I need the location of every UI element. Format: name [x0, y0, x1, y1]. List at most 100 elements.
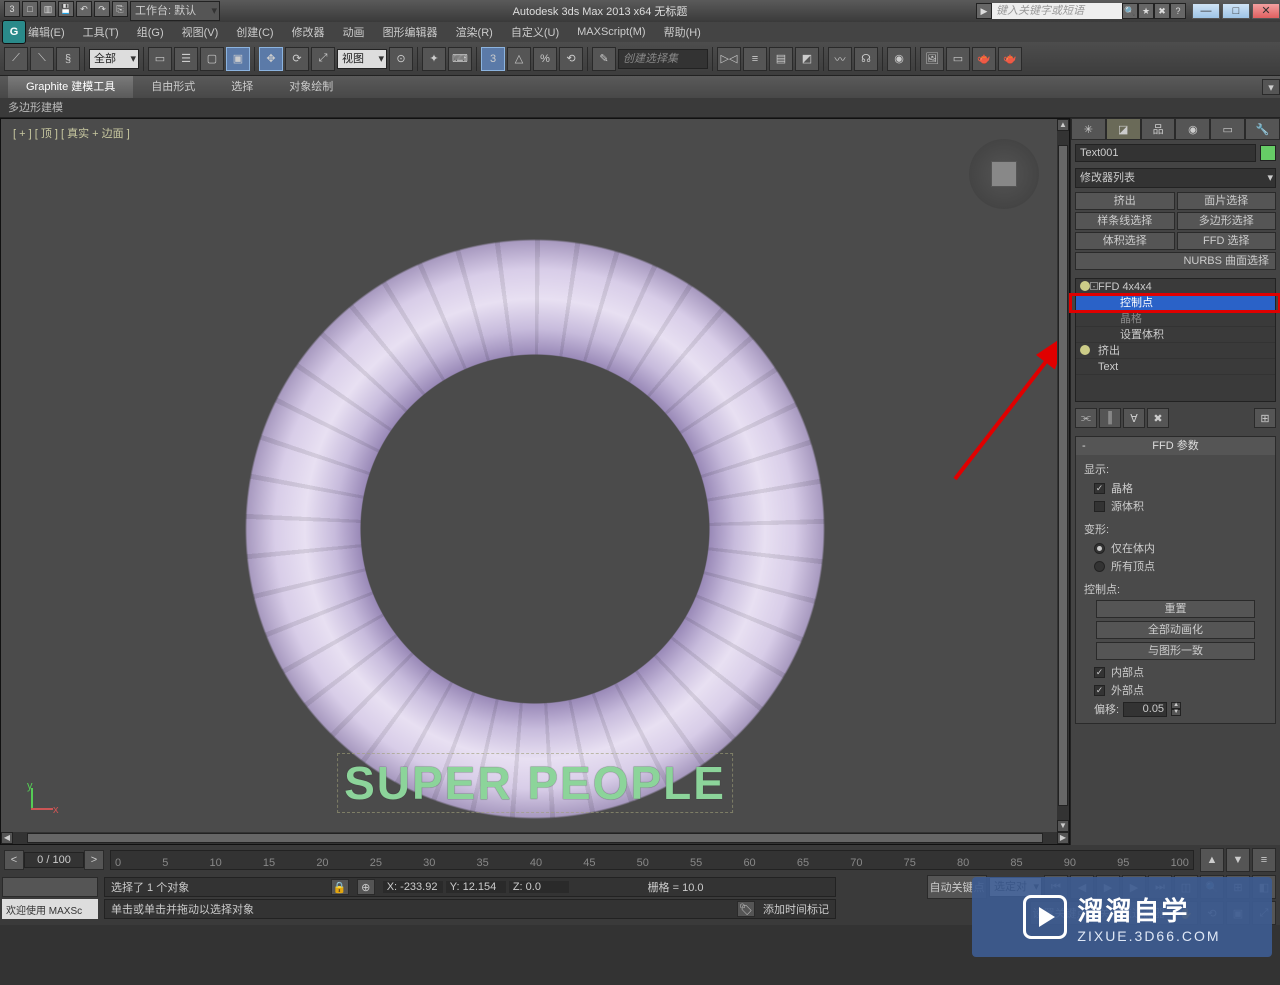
- remove-modifier-icon[interactable]: ✖: [1147, 408, 1169, 428]
- timeconfig2-icon[interactable]: >: [84, 850, 104, 870]
- spinner-snap-icon[interactable]: ⟲: [559, 47, 583, 71]
- key-filters-button[interactable]: 关键点过滤器: [1092, 901, 1172, 925]
- menu-help[interactable]: 帮助(H): [664, 24, 701, 40]
- nav-zoom-icon[interactable]: ⤢: [1252, 901, 1276, 925]
- bind-spacewarp-icon[interactable]: §: [56, 47, 80, 71]
- modset-patchsel[interactable]: 面片选择: [1177, 192, 1277, 210]
- panel-modify-icon[interactable]: ◪: [1106, 118, 1141, 140]
- modset-polysel[interactable]: 多边形选择: [1177, 212, 1277, 230]
- ribbon-tab-objectpaint[interactable]: 对象绘制: [271, 76, 351, 98]
- panel-create-icon[interactable]: ✳: [1071, 118, 1106, 140]
- button-reset[interactable]: 重置: [1096, 600, 1255, 618]
- menu-customize[interactable]: 自定义(U): [511, 24, 559, 40]
- nav-pan-icon[interactable]: ✋: [1174, 901, 1198, 925]
- infocenter-icon[interactable]: ▶: [976, 3, 992, 19]
- spinner-offset[interactable]: 偏移: ▲▼: [1084, 699, 1267, 719]
- next-frame-icon[interactable]: ▶: [1122, 875, 1146, 899]
- menu-rendering[interactable]: 渲染(R): [456, 24, 493, 40]
- nav-max-icon[interactable]: ▣: [1226, 901, 1250, 925]
- checkbox-inside-points[interactable]: ✓内部点: [1084, 663, 1267, 681]
- object-color-swatch[interactable]: [1260, 145, 1276, 161]
- checkbox-lattice[interactable]: ✓晶格: [1084, 479, 1267, 497]
- move-tool-icon[interactable]: ✥: [259, 47, 283, 71]
- app-logo-icon[interactable]: G: [2, 20, 26, 44]
- stack-ffd-setvolume[interactable]: 设置体积: [1076, 327, 1275, 343]
- graphite-toggle-icon[interactable]: ◩: [795, 47, 819, 71]
- menu-grapheditors[interactable]: 图形编辑器: [383, 24, 438, 40]
- prev-frame-icon[interactable]: ◀: [1070, 875, 1094, 899]
- welcome-button[interactable]: 欢迎使用 MAXSc: [2, 899, 98, 919]
- menu-modifiers[interactable]: 修改器: [292, 24, 325, 40]
- rect-region-icon[interactable]: ▢: [200, 47, 224, 71]
- coord-x[interactable]: X: -233.92: [383, 881, 443, 893]
- modset-volsel[interactable]: 体积选择: [1075, 232, 1175, 250]
- rollout-header[interactable]: FFD 参数: [1076, 437, 1275, 455]
- viewport-label[interactable]: [ + ] [ 顶 ] [ 真实 + 边面 ]: [13, 125, 130, 141]
- menu-views[interactable]: 视图(V): [182, 24, 219, 40]
- panel-display-icon[interactable]: ▭: [1210, 118, 1245, 140]
- menu-create[interactable]: 创建(C): [236, 24, 273, 40]
- scene-text-object[interactable]: SUPER PEOPLE: [337, 753, 733, 813]
- redo-icon[interactable]: ↷: [94, 1, 110, 17]
- render-production-icon[interactable]: 🫖: [972, 47, 996, 71]
- link-tool-icon[interactable]: ⟋: [4, 47, 28, 71]
- unlink-tool-icon[interactable]: ⟍: [30, 47, 54, 71]
- key-target-dropdown[interactable]: 选定对: [989, 877, 1042, 897]
- ribbon-min-icon[interactable]: ▾: [1262, 79, 1280, 95]
- radio-only-in-volume[interactable]: 仅在体内: [1084, 539, 1267, 557]
- checkbox-source-volume[interactable]: 源体积: [1084, 497, 1267, 515]
- new-icon[interactable]: □: [22, 1, 38, 17]
- edit-named-sel-icon[interactable]: ✎: [592, 47, 616, 71]
- timeconfig-icon[interactable]: <: [4, 850, 24, 870]
- zoom-icon[interactable]: 🔍: [1200, 875, 1224, 899]
- cmdpanel-scroll-up-icon[interactable]: ▲: [1200, 848, 1224, 872]
- link-icon[interactable]: ⎘: [112, 1, 128, 17]
- cmdpanel-collapse-icon[interactable]: ≡: [1252, 848, 1276, 872]
- play-icon[interactable]: ▶: [1096, 875, 1120, 899]
- pin-stack-icon[interactable]: ⫘: [1075, 408, 1097, 428]
- help-icon[interactable]: ?: [1170, 3, 1186, 19]
- zoom-all-icon[interactable]: ⊞: [1226, 875, 1250, 899]
- viewcube[interactable]: [969, 139, 1039, 209]
- schematic-view-icon[interactable]: ☊: [854, 47, 878, 71]
- window-crossing-icon[interactable]: ▣: [226, 47, 250, 71]
- viewcube-face-icon[interactable]: [991, 161, 1017, 187]
- scale-tool-icon[interactable]: ⤢: [311, 47, 335, 71]
- stack-ffd-controlpoints[interactable]: 控制点: [1076, 295, 1275, 311]
- mirror-icon[interactable]: ▷◁: [717, 47, 741, 71]
- use-pivot-center-icon[interactable]: ⊙: [389, 47, 413, 71]
- maxscript-mini-listener[interactable]: [2, 877, 98, 897]
- autokey-button[interactable]: 自动关键点: [927, 875, 987, 899]
- stack-extrude[interactable]: 挤出: [1076, 343, 1275, 359]
- menu-maxscript[interactable]: MAXScript(M): [577, 26, 645, 38]
- modset-splinesel[interactable]: 样条线选择: [1075, 212, 1175, 230]
- modset-nurbs[interactable]: NURBS 曲面选择: [1075, 252, 1276, 270]
- undo-icon[interactable]: ↶: [76, 1, 92, 17]
- stack-ffd-lattice[interactable]: 晶格: [1076, 311, 1275, 327]
- rendered-frame-icon[interactable]: ▭: [946, 47, 970, 71]
- stack-ffd[interactable]: -FFD 4x4x4: [1076, 279, 1275, 295]
- fov-icon[interactable]: ◧: [1252, 875, 1276, 899]
- abs-rel-icon[interactable]: ⊕: [357, 879, 375, 895]
- open-icon[interactable]: ▥: [40, 1, 56, 17]
- ribbon-tab-selection[interactable]: 选择: [213, 76, 271, 98]
- rotate-tool-icon[interactable]: ⟳: [285, 47, 309, 71]
- stack-text[interactable]: Text: [1076, 359, 1275, 375]
- goto-start-icon[interactable]: ⏮: [1044, 875, 1068, 899]
- angle-snap-icon[interactable]: △: [507, 47, 531, 71]
- ref-coord-system[interactable]: 视图: [337, 49, 387, 69]
- percent-snap-icon[interactable]: %: [533, 47, 557, 71]
- ribbon-tab-freeform[interactable]: 自由形式: [133, 76, 213, 98]
- nav-orbit-icon[interactable]: ⟲: [1200, 901, 1224, 925]
- button-conform-to-shape[interactable]: 与图形一致: [1096, 642, 1255, 660]
- save-icon[interactable]: 💾: [58, 1, 74, 17]
- modifier-list-dropdown[interactable]: 修改器列表: [1075, 168, 1276, 188]
- setkey-button[interactable]: 设置关键点: [1030, 901, 1090, 925]
- exchange-icon[interactable]: ✖: [1154, 3, 1170, 19]
- configure-sets-icon[interactable]: ⊞: [1254, 408, 1276, 428]
- named-selection-sets[interactable]: 创建选择集: [618, 49, 708, 69]
- coord-y[interactable]: Y: 12.154: [446, 881, 506, 893]
- cmdpanel-scroll-dn-icon[interactable]: ▼: [1226, 848, 1250, 872]
- viewport-top[interactable]: [ + ] [ 顶 ] [ 真实 + 边面 ] SUPER PEOPLE y x…: [0, 118, 1070, 845]
- menu-group[interactable]: 组(G): [137, 24, 164, 40]
